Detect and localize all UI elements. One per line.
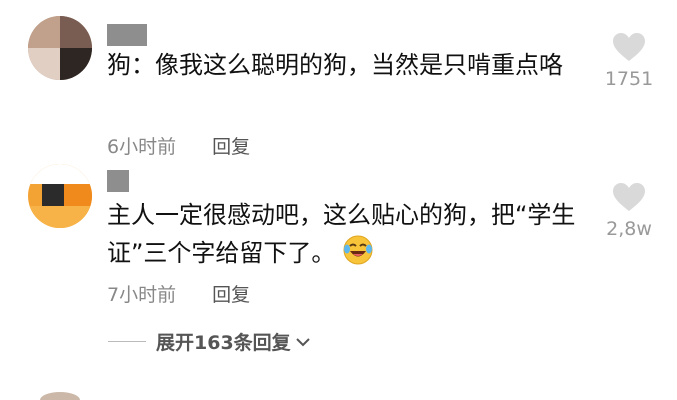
comment-list: 狗：像我这么聪明的狗，当然是只啃重点咯 6小时前 回复 1751 主人一定很感动… xyxy=(0,0,677,400)
chevron-down-icon xyxy=(295,337,310,346)
expand-replies-button[interactable]: 展开163条回复 xyxy=(108,328,311,355)
avatar[interactable] xyxy=(28,16,92,80)
timestamp: 6小时前 xyxy=(107,136,177,158)
heart-icon xyxy=(613,33,645,61)
reply-button[interactable]: 回复 xyxy=(212,280,250,307)
comment-meta: 7小时前 回复 xyxy=(107,280,250,307)
comment-meta: 6小时前 回复 xyxy=(107,132,250,159)
like-button[interactable]: 1751 xyxy=(599,32,659,90)
comment-text-content: 主人一定很感动吧，这么贴心的狗，把“学生证”三个字给留下了。 xyxy=(107,201,576,267)
reply-button[interactable]: 回复 xyxy=(212,132,250,159)
like-button[interactable]: 2,8w xyxy=(599,182,659,240)
comment-text: 狗：像我这么聪明的狗，当然是只啃重点咯 xyxy=(107,51,563,79)
username-placeholder[interactable] xyxy=(107,24,147,46)
expand-replies-label: 展开163条回复 xyxy=(156,332,291,354)
heart-icon xyxy=(613,183,645,211)
avatar[interactable] xyxy=(28,164,92,228)
comment-text: 主人一定很感动吧，这么贴心的狗，把“学生证”三个字给留下了。 xyxy=(107,196,577,276)
username-placeholder[interactable] xyxy=(107,170,129,192)
like-count: 2,8w xyxy=(606,218,652,240)
timestamp: 7小时前 xyxy=(107,284,177,306)
divider-line xyxy=(108,341,146,342)
like-count: 1751 xyxy=(604,68,654,90)
avatar[interactable] xyxy=(40,392,80,400)
laughing-crying-face-icon xyxy=(343,235,373,276)
